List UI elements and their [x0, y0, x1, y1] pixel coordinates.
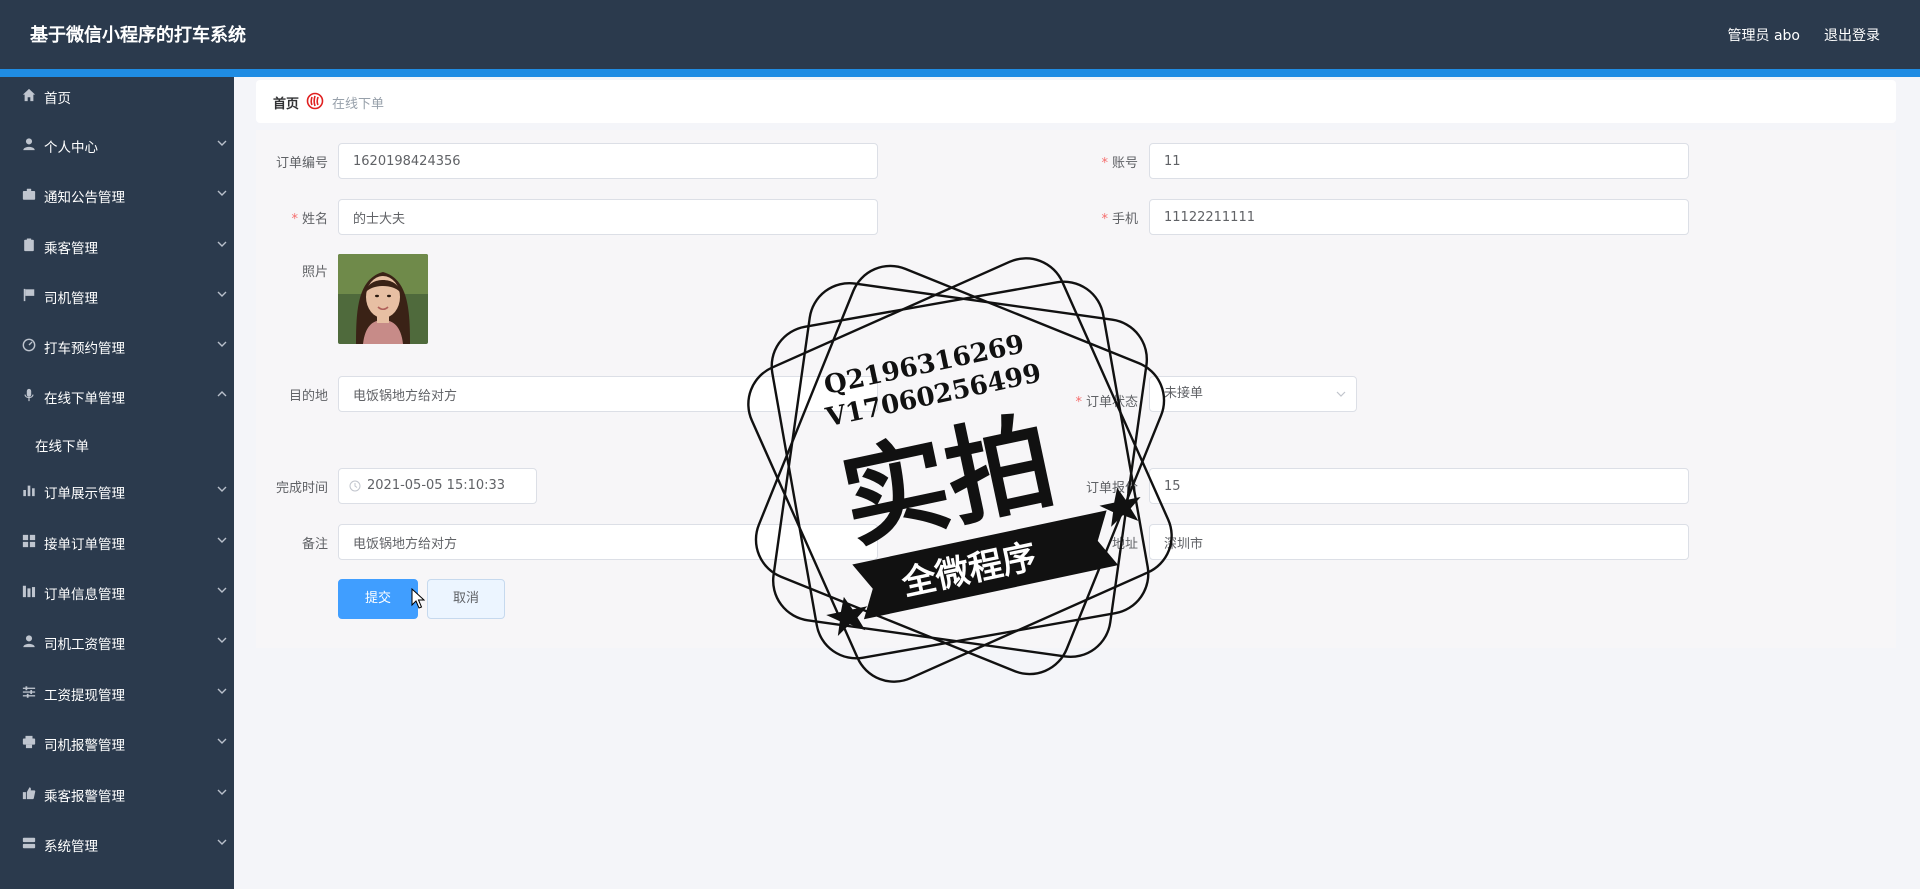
- user-icon: [23, 138, 35, 151]
- sidebar-item-order-info[interactable]: 订单信息管理: [0, 573, 234, 613]
- watermark-stamp: Q2196316269 V17060256499 实拍 全微程序: [747, 257, 1173, 683]
- breadcrumb-current: 在线下单: [332, 97, 385, 112]
- chevron-up-icon: [217, 391, 227, 397]
- sidebar-item-order-display[interactable]: 订单展示管理: [0, 472, 234, 512]
- logout-link[interactable]: 退出登录: [1824, 25, 1880, 45]
- sidebar-item-passengers[interactable]: 乘客管理: [0, 227, 234, 267]
- chevron-down-icon: [217, 140, 227, 146]
- chevron-down-icon: [217, 486, 227, 492]
- status-select[interactable]: 未接单: [1149, 376, 1357, 412]
- sidebar-item-label: 司机报警管理: [44, 738, 125, 754]
- sidebar-item-label: 司机工资管理: [44, 637, 125, 653]
- account-label: * 账号: [1101, 156, 1138, 171]
- sidebar-item-label: 乘客管理: [44, 241, 98, 257]
- breadcrumb-home[interactable]: 首页: [273, 93, 299, 112]
- thumb-icon: [22, 787, 36, 800]
- portrait-image: [338, 254, 428, 344]
- chevron-down-icon: [217, 738, 227, 744]
- finish-time-label: 完成时间: [275, 481, 328, 496]
- finish-time-value: 2021-05-05 15:10:33: [367, 478, 506, 493]
- cancel-button[interactable]: 取消: [427, 579, 505, 619]
- sidebar-item-label: 打车预约管理: [44, 341, 125, 357]
- account-input[interactable]: [1149, 143, 1689, 179]
- sidebar-item-label: 首页: [44, 91, 71, 107]
- chevron-down-icon: [217, 190, 227, 196]
- chevron-down-icon: [217, 789, 227, 795]
- current-user: 管理员 abo: [1727, 28, 1800, 44]
- chevron-down-icon: [217, 537, 227, 543]
- flag-icon: [23, 288, 35, 302]
- sidebar-item-label: 工资提现管理: [44, 688, 125, 704]
- sidebar-item-label: 个人中心: [44, 140, 98, 156]
- photo-label: 照片: [301, 265, 328, 280]
- sidebar-item-passenger-alarms[interactable]: 乘客报警管理: [0, 775, 234, 815]
- photo-thumbnail[interactable]: [338, 254, 428, 344]
- sidebar: 首页 个人中心 通知公告管理 乘客管理 司机管理 打车预约管理 在线下单管理 在…: [0, 77, 234, 889]
- name-label: * 姓名: [291, 212, 328, 227]
- phone-label: * 手机: [1101, 212, 1138, 227]
- chevron-down-icon: [1336, 391, 1346, 397]
- home-icon: [22, 88, 36, 102]
- breadcrumb-separator-icon: [306, 92, 324, 110]
- chevron-down-icon: [217, 291, 227, 297]
- columns-icon: [22, 585, 36, 598]
- clipboard-icon: [24, 238, 34, 252]
- price-input[interactable]: [1149, 468, 1689, 504]
- sidebar-item-drivers[interactable]: 司机管理: [0, 277, 234, 317]
- order-no-input[interactable]: [338, 143, 878, 179]
- sidebar-item-label: 司机管理: [44, 291, 98, 307]
- phone-input[interactable]: [1149, 199, 1689, 235]
- clock-icon: [349, 480, 361, 492]
- navbar-accent-bar: [0, 69, 1920, 77]
- sidebar-item-label: 在线下单: [35, 439, 89, 455]
- order-no-label: 订单编号: [275, 156, 328, 171]
- sidebar-item-label: 乘客报警管理: [44, 789, 125, 805]
- finish-time-picker[interactable]: 2021-05-05 15:10:33: [338, 468, 537, 504]
- briefcase-icon: [22, 188, 36, 200]
- chevron-down-icon: [217, 637, 227, 643]
- app-title: 基于微信小程序的打车系统: [30, 25, 246, 46]
- sidebar-item-label: 接单订单管理: [44, 537, 125, 553]
- sliders-icon: [22, 686, 36, 698]
- remark-label: 备注: [301, 537, 328, 552]
- sidebar-item-system[interactable]: 系统管理: [0, 825, 234, 865]
- sidebar-item-label: 系统管理: [44, 839, 98, 855]
- chevron-down-icon: [217, 587, 227, 593]
- user-icon: [23, 635, 35, 648]
- sidebar-item-label: 订单展示管理: [44, 486, 125, 502]
- sidebar-item-label: 在线下单管理: [44, 391, 125, 407]
- address-input[interactable]: [1149, 524, 1689, 560]
- sidebar-item-driver-salary[interactable]: 司机工资管理: [0, 623, 234, 663]
- chevron-down-icon: [217, 839, 227, 845]
- sidebar-item-home[interactable]: 首页: [0, 77, 234, 117]
- sidebar-subitem-online-order[interactable]: 在线下单: [0, 425, 234, 465]
- bar-chart-icon: [23, 485, 35, 497]
- name-input[interactable]: [338, 199, 878, 235]
- sidebar-item-notices[interactable]: 通知公告管理: [0, 176, 234, 216]
- grid-icon: [22, 534, 36, 548]
- sidebar-item-label: 通知公告管理: [44, 190, 125, 206]
- gauge-icon: [22, 338, 36, 352]
- chevron-down-icon: [217, 341, 227, 347]
- top-navbar: 基于微信小程序的打车系统 管理员 abo 退出登录: [0, 0, 1920, 77]
- sidebar-item-withdrawals[interactable]: 工资提现管理: [0, 674, 234, 714]
- sidebar-item-driver-alarms[interactable]: 司机报警管理: [0, 724, 234, 764]
- sidebar-item-reservations[interactable]: 打车预约管理: [0, 327, 234, 367]
- submit-button[interactable]: 提交: [338, 579, 418, 619]
- server-icon: [22, 837, 36, 849]
- sidebar-item-online-order-mgmt[interactable]: 在线下单管理: [0, 377, 234, 417]
- sidebar-item-accepted-orders[interactable]: 接单订单管理: [0, 523, 234, 563]
- chevron-down-icon: [217, 241, 227, 247]
- mic-icon: [24, 388, 34, 402]
- chevron-down-icon: [217, 688, 227, 694]
- sidebar-item-label: 订单信息管理: [44, 587, 125, 603]
- printer-icon: [22, 735, 36, 749]
- destination-label: 目的地: [288, 389, 328, 404]
- mouse-cursor-icon: [411, 588, 425, 609]
- breadcrumb: 首页 在线下单: [256, 80, 1896, 123]
- sidebar-item-profile[interactable]: 个人中心: [0, 126, 234, 166]
